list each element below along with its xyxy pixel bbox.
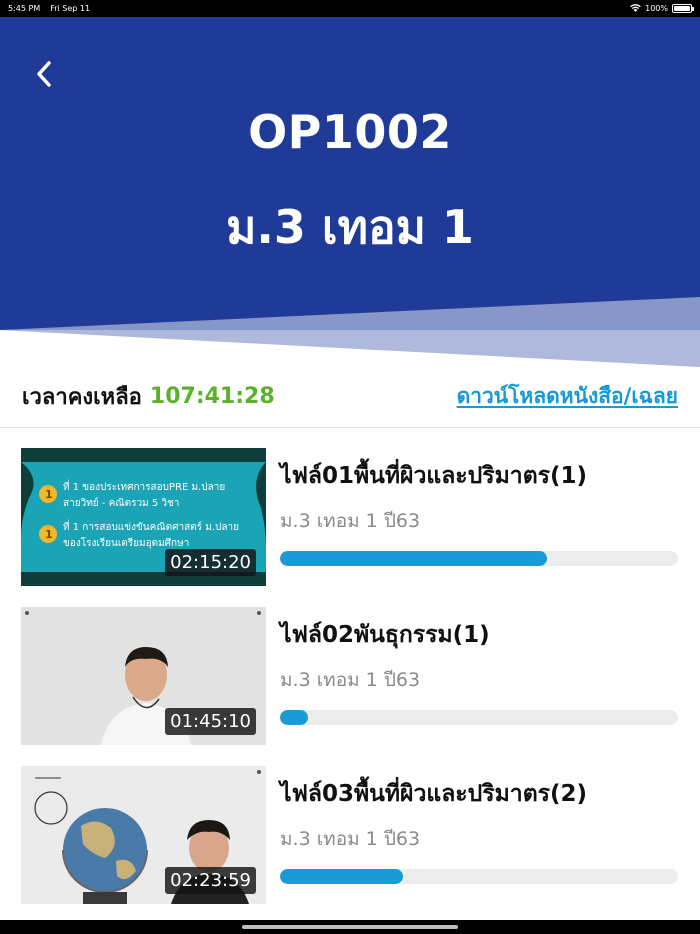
video-thumbnail[interactable]: 01:45:10: [21, 607, 266, 745]
back-button[interactable]: [30, 57, 58, 91]
video-progress-bar: [280, 551, 678, 566]
video-subtitle: ม.3 เทอม 1 ปี63: [280, 828, 421, 850]
video-item[interactable]: 02:23:59 ไฟล์03พื้นที่ผิวและปริมาตร(2) ม…: [0, 766, 700, 904]
time-remaining-value: 107:41:28: [149, 383, 275, 409]
video-duration: 01:45:10: [165, 708, 256, 735]
course-name: ม.3 เทอม 1: [226, 200, 474, 254]
battery-icon: [672, 4, 694, 13]
wifi-icon: [630, 3, 641, 14]
video-subtitle: ม.3 เทอม 1 ปี63: [280, 669, 421, 691]
video-thumbnail[interactable]: 1 1 ที่ 1 ของประเทศการสอบPRE ม.ปลาย สายว…: [21, 448, 266, 586]
thumb-text-line-3: ที่ 1 การสอบแข่งขันคณิตศาสตร์ ม.ปลาย: [63, 519, 239, 533]
battery-percent: 100%: [645, 4, 668, 13]
status-bar: 5:45 PM Fri Sep 11 100%: [0, 0, 700, 17]
thumb-text-line-2: สายวิทย์ - คณิตรวม 5 วิชา: [63, 497, 179, 509]
video-duration: 02:23:59: [165, 867, 256, 894]
video-progress-bar: [280, 710, 678, 725]
video-progress-fill: [280, 710, 308, 725]
home-indicator[interactable]: [242, 925, 458, 929]
thumb-text-line-1: ที่ 1 ของประเทศการสอบPRE ม.ปลาย: [63, 479, 225, 493]
svg-text:1: 1: [45, 488, 53, 501]
video-progress-fill: [280, 869, 404, 884]
video-item[interactable]: 1 1 ที่ 1 ของประเทศการสอบPRE ม.ปลาย สายว…: [0, 448, 700, 586]
download-book-link[interactable]: ดาวน์โหลดหนังสือ/เฉลย: [457, 380, 678, 413]
status-date: Fri Sep 11: [50, 4, 91, 13]
video-item[interactable]: 01:45:10 ไฟล์02พันธุกรรม(1) ม.3 เทอม 1 ป…: [0, 607, 700, 745]
video-progress-fill: [280, 551, 547, 566]
video-progress-bar: [280, 869, 678, 884]
thumb-text-line-4: ของโรงเรียนเตรียมอุดมศึกษา: [63, 536, 189, 549]
divider: [0, 427, 700, 428]
chevron-left-icon: [37, 61, 51, 87]
course-header: OP1002 ม.3 เทอม 1: [0, 17, 700, 367]
info-row: เวลาคงเหลือ 107:41:28 ดาวน์โหลดหนังสือ/เ…: [0, 377, 700, 415]
video-title: ไฟล์01พื้นที่ผิวและปริมาตร(1): [280, 463, 588, 489]
video-subtitle: ม.3 เทอม 1 ปี63: [280, 510, 421, 532]
course-code: OP1002: [248, 105, 452, 159]
video-title: ไฟล์03พื้นที่ผิวและปริมาตร(2): [280, 781, 588, 807]
status-time: 5:45 PM: [8, 4, 41, 13]
video-title: ไฟล์02พันธุกรรม(1): [280, 622, 490, 648]
video-thumbnail[interactable]: 02:23:59: [21, 766, 266, 904]
time-remaining-label: เวลาคงเหลือ: [22, 384, 142, 410]
svg-text:1: 1: [45, 528, 53, 541]
video-duration: 02:15:20: [165, 549, 256, 576]
